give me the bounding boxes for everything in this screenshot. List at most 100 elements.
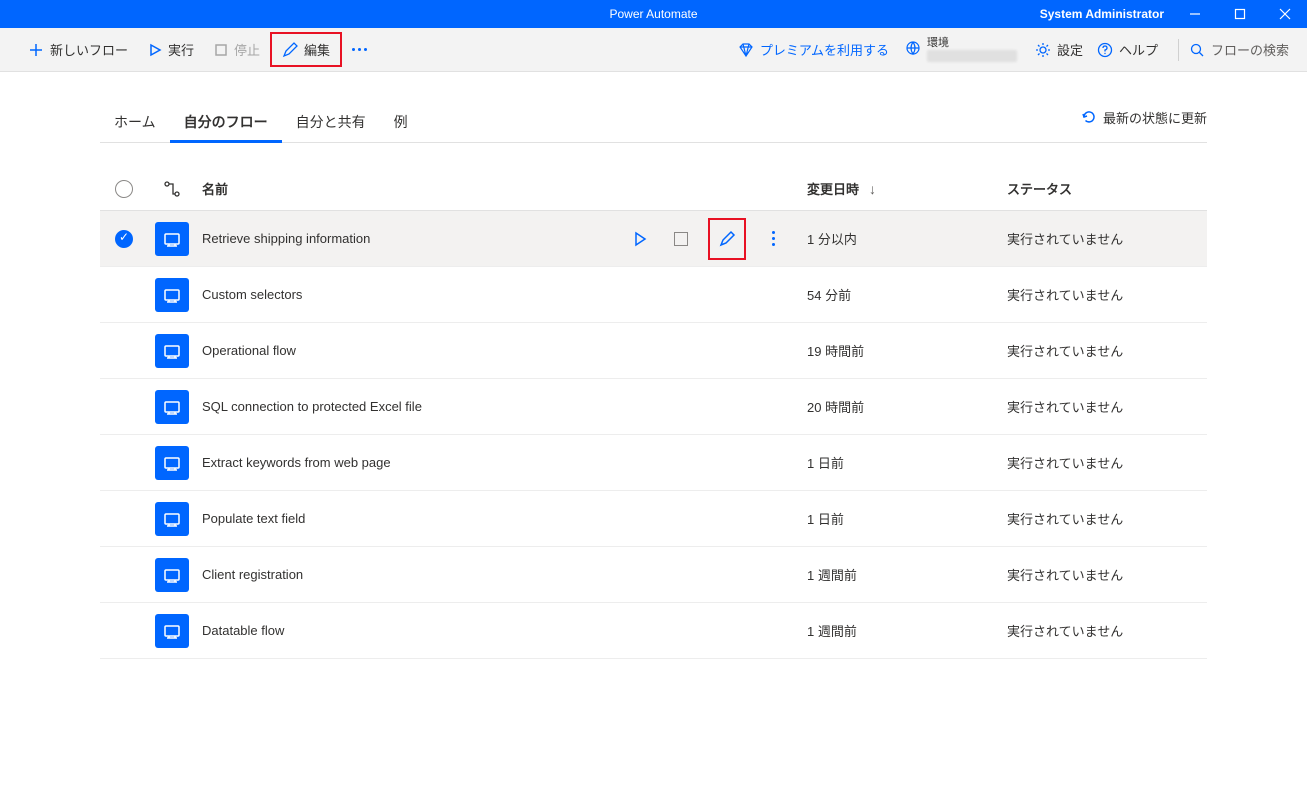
tab-my-flows[interactable]: 自分のフロー [170, 102, 282, 142]
flow-name[interactable]: Retrieve shipping information [196, 231, 627, 246]
edit-button[interactable]: 編集 [270, 32, 342, 67]
edit-label: 編集 [304, 40, 330, 59]
flow-status: 実行されていません [1007, 341, 1207, 360]
row-checkbox[interactable] [100, 230, 148, 248]
flow-status: 実行されていません [1007, 565, 1207, 584]
flow-name[interactable]: Populate text field [196, 511, 627, 526]
row-checkbox[interactable] [100, 622, 148, 640]
row-more-button[interactable] [760, 224, 787, 254]
flow-type-icon [148, 278, 196, 312]
table-row[interactable]: SQL connection to protected Excel file 2… [100, 379, 1207, 435]
table-row[interactable]: Client registration 1 週間前 実行されていません [100, 547, 1207, 603]
gear-icon [1035, 42, 1051, 58]
flow-status: 実行されていません [1007, 285, 1207, 304]
flow-type-icon [148, 446, 196, 480]
row-checkbox[interactable] [100, 454, 148, 472]
window-controls [1172, 0, 1307, 28]
row-checkbox[interactable] [100, 510, 148, 528]
col-name-header[interactable]: 名前 [196, 179, 627, 198]
new-flow-label: 新しいフロー [50, 40, 128, 59]
table-row[interactable]: Datatable flow 1 週間前 実行されていません [100, 603, 1207, 659]
stop-icon [214, 43, 228, 57]
refresh-label: 最新の状態に更新 [1103, 108, 1207, 127]
col-check-header[interactable] [100, 180, 148, 198]
flow-status: 実行されていません [1007, 453, 1207, 472]
run-label: 実行 [168, 40, 194, 59]
close-button[interactable] [1262, 0, 1307, 28]
help-label: ヘルプ [1119, 40, 1158, 59]
flow-name[interactable]: Operational flow [196, 343, 627, 358]
flow-modified: 1 週間前 [807, 565, 1007, 584]
app-title: Power Automate [609, 7, 697, 21]
table-row[interactable]: Retrieve shipping information 1 分以内 実行され… [100, 211, 1207, 267]
flow-modified: 1 週間前 [807, 621, 1007, 640]
settings-label: 設定 [1057, 40, 1083, 59]
col-modified-header[interactable]: 変更日時↓ [807, 179, 1007, 198]
flow-name[interactable]: Extract keywords from web page [196, 455, 627, 470]
tab-examples[interactable]: 例 [380, 102, 422, 142]
help-button[interactable]: ヘルプ [1097, 40, 1158, 59]
flows-table: 名前 変更日時↓ ステータス Retrieve shipping informa… [100, 167, 1207, 659]
flow-modified: 20 時間前 [807, 397, 1007, 416]
plus-icon [28, 42, 44, 58]
user-name[interactable]: System Administrator [1040, 7, 1164, 21]
env-value [927, 50, 1017, 62]
tab-home[interactable]: ホーム [100, 102, 170, 142]
flow-status: 実行されていません [1007, 621, 1207, 640]
row-checkbox[interactable] [100, 342, 148, 360]
table-header: 名前 変更日時↓ ステータス [100, 167, 1207, 211]
help-icon [1097, 42, 1113, 58]
flow-status: 実行されていません [1007, 397, 1207, 416]
flow-modified: 19 時間前 [807, 341, 1007, 360]
row-checkbox[interactable] [100, 286, 148, 304]
row-run-button[interactable] [627, 224, 654, 254]
flow-name[interactable]: Custom selectors [196, 287, 627, 302]
premium-label: プレミアムを利用する [760, 40, 889, 59]
sort-arrow-icon: ↓ [869, 181, 876, 197]
new-flow-button[interactable]: 新しいフロー [18, 34, 138, 65]
minimize-button[interactable] [1172, 0, 1217, 28]
row-edit-button[interactable] [708, 218, 746, 260]
play-icon [148, 43, 162, 57]
pencil-icon [282, 42, 298, 58]
flow-type-icon [148, 334, 196, 368]
table-row[interactable]: Custom selectors 54 分前 実行されていません [100, 267, 1207, 323]
search-icon [1189, 42, 1205, 58]
refresh-button[interactable]: 最新の状態に更新 [1081, 108, 1207, 137]
stop-button: 停止 [204, 34, 270, 65]
environment-selector[interactable]: 環境 [905, 37, 1017, 62]
titlebar: Power Automate System Administrator [0, 0, 1307, 28]
run-button[interactable]: 実行 [138, 34, 204, 65]
flow-name[interactable]: Client registration [196, 567, 627, 582]
maximize-button[interactable] [1217, 0, 1262, 28]
flow-status: 実行されていません [1007, 509, 1207, 528]
col-icon-header[interactable] [148, 180, 196, 198]
tabs: ホーム 自分のフロー 自分と共有 例 最新の状態に更新 [100, 102, 1207, 143]
globe-icon [905, 40, 921, 56]
toolbar-divider [1178, 39, 1179, 61]
tab-shared[interactable]: 自分と共有 [282, 102, 380, 142]
table-row[interactable]: Operational flow 19 時間前 実行されていません [100, 323, 1207, 379]
flow-modified: 54 分前 [807, 285, 1007, 304]
table-row[interactable]: Populate text field 1 日前 実行されていません [100, 491, 1207, 547]
diamond-icon [738, 42, 754, 58]
premium-button[interactable]: プレミアムを利用する [738, 40, 889, 59]
search-flows[interactable]: フローの検索 [1189, 40, 1289, 59]
row-checkbox[interactable] [100, 398, 148, 416]
row-stop-button[interactable] [668, 224, 695, 254]
flow-modified: 1 日前 [807, 509, 1007, 528]
row-checkbox[interactable] [100, 566, 148, 584]
flow-name[interactable]: Datatable flow [196, 623, 627, 638]
flow-name[interactable]: SQL connection to protected Excel file [196, 399, 627, 414]
stop-label: 停止 [234, 40, 260, 59]
flow-connector-icon [163, 180, 181, 198]
table-row[interactable]: Extract keywords from web page 1 日前 実行され… [100, 435, 1207, 491]
more-button[interactable] [342, 42, 377, 57]
flow-modified: 1 日前 [807, 453, 1007, 472]
flow-status: 実行されていません [1007, 229, 1207, 248]
flow-modified: 1 分以内 [807, 229, 1007, 248]
flow-type-icon [148, 502, 196, 536]
refresh-icon [1081, 109, 1097, 125]
col-status-header[interactable]: ステータス [1007, 179, 1207, 198]
settings-button[interactable]: 設定 [1035, 40, 1083, 59]
